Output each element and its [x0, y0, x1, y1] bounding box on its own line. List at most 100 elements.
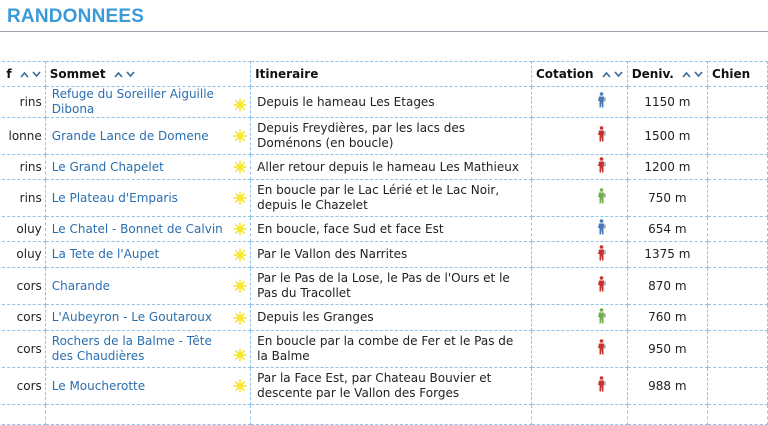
chien-cell [707, 86, 768, 118]
table-row: cors L'Aubeyron - Le Goutaroux Depuis les … [0, 304, 768, 331]
deniv-value: 750 m [648, 190, 687, 205]
sommet-link[interactable]: Le Plateau d'Emparis [52, 191, 178, 205]
sommet-link[interactable]: Charande [52, 279, 110, 293]
table-body: rins Refuge du Soreiller Aiguille Dibona D… [0, 86, 768, 425]
hiker-blue-icon [596, 219, 607, 239]
massif-name: rins [19, 159, 42, 174]
sort-desc-icon[interactable] [694, 71, 703, 78]
table-row: oluy La Tete de l'Aupet Par le Vallon des … [0, 241, 768, 268]
massif-name: cors [16, 378, 42, 393]
sort-asc-icon[interactable] [602, 71, 611, 78]
massif-name: oluy [16, 247, 42, 261]
deniv-value: 1375 m [644, 247, 691, 261]
itineraire-cell: Par la Face Est, par Chateau Bouvier et … [250, 367, 532, 405]
title-divider [0, 31, 768, 32]
chien-cell [707, 117, 768, 155]
massif-cell: oluy [0, 241, 46, 268]
table-header-row: f Sommet Itineraire Cotation Deniv. Chie… [0, 61, 768, 87]
sommet-link[interactable]: Grande Lance de Domene [52, 129, 209, 143]
hiker-red-icon [596, 126, 607, 146]
massif-name: lonne [8, 128, 42, 143]
hiker-red-icon [596, 276, 607, 296]
sommet-cell: Le Moucherotte [44, 367, 252, 405]
sun-icon [233, 160, 247, 178]
sort-asc-icon[interactable] [114, 71, 123, 78]
header-cotation[interactable]: Cotation [530, 61, 628, 87]
itineraire-cell: En boucle par la combe de Fer et le Pas … [250, 330, 532, 368]
deniv-cell: 988 m [626, 367, 709, 405]
sommet-cell: Refuge du Soreiller Aiguille Dibona [44, 86, 252, 118]
sommet-cell: Le Grand Chapelet [44, 154, 252, 180]
cotation-cell [530, 367, 628, 405]
itineraire-cell: Aller retour depuis le hameau Les Mathie… [250, 154, 532, 180]
sun-icon [233, 191, 247, 209]
sommet-link[interactable]: Le Moucherotte [52, 379, 145, 393]
header-itineraire: Itineraire [250, 61, 532, 87]
deniv-cell: 1375 m [626, 241, 709, 268]
sommet-cell: Charande [44, 267, 252, 305]
deniv-value: 870 m [648, 278, 687, 293]
sort-desc-icon[interactable] [32, 71, 41, 78]
itineraire-cell: Depuis Freydières, par les lacs des Domé… [250, 117, 532, 155]
table-row: cors Rochers de la Balme - Tête des Chaud… [0, 330, 768, 368]
sun-icon [233, 222, 247, 240]
itineraire-cell: En boucle par le Lac Lérié et le Lac Noi… [250, 179, 532, 217]
sommet-cell: Rochers de la Balme - Tête des Chaudière… [44, 330, 252, 368]
deniv-value: 950 m [648, 341, 687, 356]
chien-cell [707, 404, 768, 425]
hikes-table-container: f Sommet Itineraire Cotation Deniv. Chie… [0, 61, 768, 425]
hiker-green-icon [596, 188, 607, 208]
deniv-cell: 1200 m [626, 154, 709, 180]
massif-name: cors [16, 341, 42, 356]
sun-icon [233, 311, 247, 329]
chien-cell [707, 304, 768, 331]
chien-cell [707, 154, 768, 180]
header-deniv[interactable]: Deniv. [626, 61, 709, 87]
massif-cell [0, 404, 46, 425]
hikes-table: f Sommet Itineraire Cotation Deniv. Chie… [0, 61, 768, 425]
massif-cell: oluy [0, 216, 46, 242]
massif-cell: rins [0, 86, 46, 118]
sommet-cell [44, 404, 252, 425]
cotation-cell [530, 179, 628, 217]
itineraire-text: Depuis le hameau Les Etages [257, 94, 435, 109]
sort-asc-icon[interactable] [682, 71, 691, 78]
deniv-cell: 870 m [626, 267, 709, 305]
header-chien[interactable]: Chien [707, 61, 768, 87]
sun-icon [233, 98, 247, 116]
hiker-green-icon [596, 307, 607, 328]
page-title: RANDONNEES [7, 6, 145, 27]
sommet-link[interactable]: L'Aubeyron - Le Goutaroux [52, 310, 212, 324]
chien-cell [707, 179, 768, 217]
sommet-link[interactable]: La Tete de l'Aupet [52, 247, 159, 261]
sommet-sort-controls [114, 71, 135, 78]
header-massif[interactable]: f [0, 61, 46, 87]
massif-name: cors [16, 278, 42, 293]
itineraire-text: Par le Vallon des Narrites [257, 247, 408, 261]
header-sommet-label: Sommet [49, 67, 106, 81]
itineraire-text: Depuis Freydières, par les lacs des Domé… [257, 121, 465, 150]
sommet-link[interactable]: Le Grand Chapelet [52, 160, 164, 174]
sort-asc-icon[interactable] [20, 71, 29, 78]
sort-desc-icon[interactable] [614, 71, 623, 78]
chien-cell [707, 367, 768, 405]
deniv-value: 1200 m [644, 159, 691, 174]
massif-cell: cors [0, 330, 46, 368]
itineraire-cell: Par le Vallon des Narrites [250, 241, 532, 268]
chien-cell [707, 241, 768, 268]
cotation-sort-controls [602, 71, 623, 78]
sun-icon [233, 248, 247, 266]
sort-desc-icon[interactable] [126, 71, 135, 78]
sommet-cell: Le Chatel - Bonnet de Calvin [44, 216, 252, 242]
itineraire-text: Par la Face Est, par Chateau Bouvier et … [257, 371, 492, 400]
cotation-cell [530, 404, 628, 425]
massif-name: rins [19, 190, 42, 205]
itineraire-cell: En boucle, face Sud et face Est [250, 216, 532, 242]
header-chien-label: Chien [712, 67, 751, 81]
header-massif-label: f [6, 67, 12, 81]
sommet-link[interactable]: Refuge du Soreiller Aiguille Dibona [52, 88, 214, 117]
sommet-link[interactable]: Le Chatel - Bonnet de Calvin [52, 222, 223, 236]
header-sommet[interactable]: Sommet [44, 61, 252, 87]
sommet-link[interactable]: Rochers de la Balme - Tête des Chaudière… [52, 334, 212, 363]
table-row: oluy Le Chatel - Bonnet de Calvin En boucl… [0, 216, 768, 242]
